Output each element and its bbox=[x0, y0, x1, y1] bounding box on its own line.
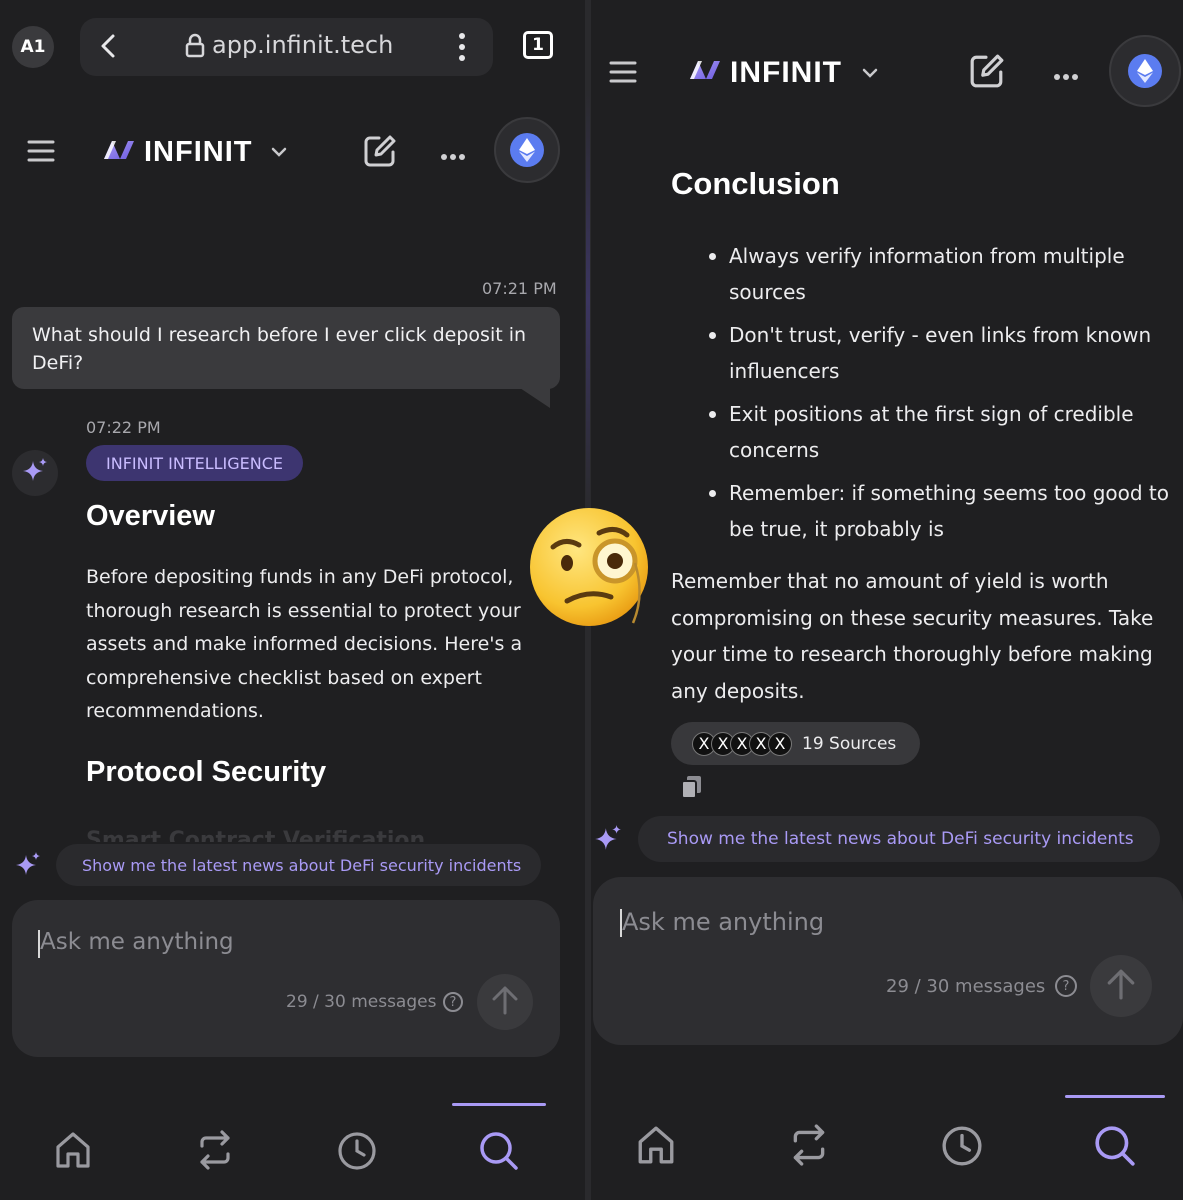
send-button[interactable] bbox=[477, 974, 533, 1030]
brand-switcher[interactable]: INFINIT bbox=[102, 136, 287, 169]
overview-heading: Overview bbox=[86, 500, 215, 532]
active-tab-indicator bbox=[452, 1103, 546, 1106]
brand-name: INFINIT bbox=[144, 136, 253, 168]
suggestion-sparkle-icon bbox=[593, 824, 623, 858]
message-counter: 29 / 30 messages bbox=[886, 976, 1046, 997]
brand-name: INFINIT bbox=[730, 56, 842, 89]
send-button[interactable] bbox=[1090, 955, 1152, 1017]
closing-paragraph: Remember that no amount of yield is wort… bbox=[671, 569, 1154, 703]
browser-menu-icon[interactable] bbox=[454, 32, 470, 66]
browser-profile-avatar[interactable]: A1 bbox=[12, 26, 54, 68]
conclusion-heading: Conclusion bbox=[671, 166, 840, 201]
search-icon[interactable] bbox=[1093, 1124, 1137, 1168]
more-options-icon[interactable] bbox=[1053, 66, 1079, 85]
sources-button[interactable]: X X X X X 19 Sources bbox=[671, 722, 920, 765]
network-selector-button[interactable] bbox=[1109, 35, 1181, 107]
faded-subheading: Smart Contract Verification bbox=[86, 828, 426, 842]
history-icon[interactable] bbox=[337, 1131, 377, 1171]
ai-avatar bbox=[12, 450, 58, 496]
browser-tabs-button[interactable]: 1 bbox=[523, 31, 553, 59]
suggestion-chip[interactable]: Show me the latest news about DeFi secur… bbox=[56, 844, 541, 886]
swap-icon[interactable] bbox=[789, 1124, 829, 1166]
list-item: Always verify information from multiple … bbox=[709, 238, 1183, 310]
search-icon[interactable] bbox=[478, 1130, 520, 1172]
suggestion-chip[interactable]: Show me the latest news about DeFi secur… bbox=[638, 816, 1160, 862]
help-icon[interactable]: ? bbox=[443, 992, 463, 1012]
active-tab-indicator bbox=[1065, 1095, 1165, 1098]
list-item: Exit positions at the first sign of cred… bbox=[709, 396, 1183, 468]
user-message-time: 07:21 PM bbox=[482, 279, 557, 298]
chevron-down-icon bbox=[271, 143, 287, 162]
chat-input-placeholder[interactable]: Ask me anything bbox=[622, 908, 824, 936]
arrow-up-icon bbox=[1106, 968, 1136, 1004]
arrow-up-icon bbox=[491, 985, 519, 1019]
infinit-logo-icon bbox=[688, 57, 722, 89]
conclusion-list: Always verify information from multiple … bbox=[671, 238, 1183, 554]
chat-input-box[interactable] bbox=[12, 900, 560, 1057]
message-counter: 29 / 30 messages bbox=[286, 992, 437, 1012]
brand-switcher[interactable]: INFINIT bbox=[688, 56, 878, 90]
new-chat-edit-icon[interactable] bbox=[363, 134, 397, 172]
history-icon[interactable] bbox=[941, 1125, 983, 1167]
user-message-bubble: What should I research before I ever cli… bbox=[12, 307, 560, 389]
list-item: Remember: if something seems too good to… bbox=[709, 475, 1183, 547]
protocol-security-heading: Protocol Security bbox=[86, 756, 327, 788]
left-screen: A1 app.infinit.tech 1 INFINIT 07:21 PM W… bbox=[0, 0, 585, 1200]
bubble-tail bbox=[520, 388, 550, 408]
network-selector-button[interactable] bbox=[494, 117, 560, 183]
infinit-logo-icon bbox=[102, 137, 136, 169]
sources-count: 19 Sources bbox=[802, 733, 897, 754]
ai-message-time: 07:22 PM bbox=[86, 418, 161, 437]
sparkle-icon bbox=[21, 457, 49, 489]
hamburger-menu-icon[interactable] bbox=[27, 139, 55, 167]
new-chat-edit-icon[interactable] bbox=[969, 53, 1005, 93]
browser-url-text[interactable]: app.infinit.tech bbox=[212, 31, 393, 59]
list-item: Don't trust, verify - even links from kn… bbox=[709, 317, 1183, 389]
ethereum-icon bbox=[510, 133, 544, 167]
x-logo-icon: X bbox=[768, 731, 792, 756]
right-screen: INFINIT Conclusion Always verify informa… bbox=[591, 0, 1183, 1200]
help-icon[interactable]: ? bbox=[1055, 975, 1077, 997]
face-with-monocle-emoji bbox=[527, 505, 657, 639]
overview-paragraph: Before depositing funds in any DeFi prot… bbox=[86, 566, 523, 722]
home-icon[interactable] bbox=[636, 1124, 676, 1166]
more-options-icon[interactable] bbox=[440, 146, 466, 165]
copy-icon[interactable] bbox=[681, 775, 703, 803]
swap-icon[interactable] bbox=[196, 1130, 234, 1170]
chat-input-box[interactable] bbox=[593, 877, 1183, 1045]
ethereum-icon bbox=[1128, 54, 1162, 88]
ai-source-badge: INFINIT INTELLIGENCE bbox=[86, 445, 304, 481]
hamburger-menu-icon[interactable] bbox=[609, 60, 637, 88]
back-icon[interactable] bbox=[97, 33, 121, 63]
home-icon[interactable] bbox=[54, 1130, 92, 1170]
suggestion-sparkle-icon bbox=[14, 851, 42, 883]
lock-icon bbox=[184, 33, 206, 63]
chat-input-placeholder[interactable]: Ask me anything bbox=[40, 929, 234, 955]
chevron-down-icon bbox=[862, 64, 878, 83]
